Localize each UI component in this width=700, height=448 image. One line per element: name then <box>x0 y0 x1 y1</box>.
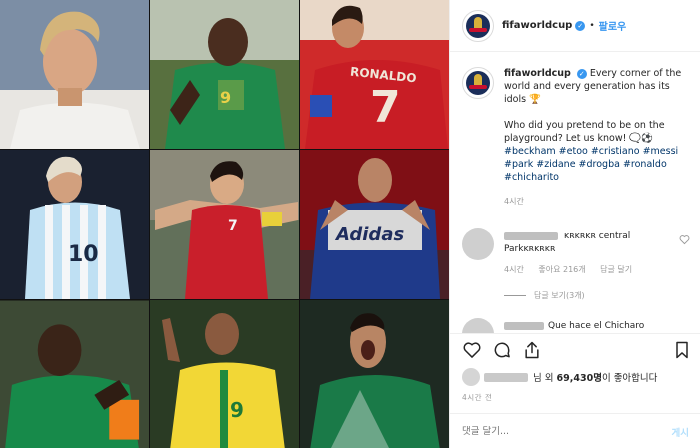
likes-count[interactable]: 69,430명 <box>557 370 602 384</box>
caption-text: fifaworldcup ✓ Every corner of the world… <box>504 67 689 184</box>
comments-list[interactable]: fifaworldcup ✓ Every corner of the world… <box>450 53 700 333</box>
action-icons <box>462 340 689 362</box>
caption-time: 4시간 <box>504 197 524 206</box>
post-actions: 님 외 69,430명이 좋아합니다 4시간 전 게시 <box>450 333 700 448</box>
photo-beckham <box>0 0 149 149</box>
jersey-number: 9 <box>230 398 244 422</box>
jersey-number: 9 <box>220 88 232 107</box>
photo-etoo: 9 <box>150 0 299 149</box>
photo-messi: 10 <box>0 150 149 299</box>
post-panel: fifaworldcup ✓ • 팔로우 fifaworldcup ✓ Ever… <box>449 0 700 448</box>
comment-likes[interactable]: 좋아요 216개 <box>538 265 585 274</box>
heart-icon[interactable] <box>462 340 482 360</box>
caption-username[interactable]: fifaworldcup <box>504 68 571 79</box>
separator-dot: • <box>589 20 595 31</box>
view-replies-label: 답글 보기(3개) <box>534 291 585 300</box>
likes-summary[interactable]: 님 외 69,430명 이 좋아합니다 <box>462 368 657 386</box>
jersey-logo-text: Adidas <box>336 224 405 245</box>
comment-like-heart-icon[interactable] <box>679 234 690 245</box>
caption-avatar[interactable] <box>462 67 494 99</box>
liker-avatar <box>462 368 480 386</box>
commenter-avatar[interactable] <box>462 318 494 333</box>
follow-button[interactable]: 팔로우 <box>599 18 627 33</box>
add-comment-bar: 게시 <box>450 413 700 448</box>
verified-badge-icon: ✓ <box>576 69 587 79</box>
photo-chicharito <box>300 300 449 448</box>
photo-collage: 9 RONALDO 7 10 7 Adidas 9 <box>0 0 449 448</box>
commenter-avatar[interactable] <box>462 228 494 260</box>
post-comment-button[interactable]: 게시 <box>672 425 689 439</box>
comment-icon[interactable] <box>492 340 512 360</box>
comment-time: 4시간 <box>504 265 524 274</box>
bookmark-icon[interactable] <box>672 340 692 360</box>
share-icon[interactable] <box>522 340 542 360</box>
comment-meta: 4시간 좋아요 216개 답글 달기 <box>504 264 644 275</box>
reply-button[interactable]: 답글 달기 <box>600 265 632 274</box>
post-time: 4시간 전 <box>462 393 493 402</box>
photo-park: 7 <box>150 150 299 299</box>
photo-cristiano: RONALDO 7 <box>300 0 449 149</box>
verified-badge-icon: ✓ <box>575 20 586 31</box>
jersey-number: 7 <box>370 82 401 133</box>
jersey-number: 10 <box>68 242 99 267</box>
view-replies-button[interactable]: 답글 보기(3개) <box>504 290 585 301</box>
header-username[interactable]: fifaworldcup <box>502 20 572 31</box>
comment-item: Que hace el Chicharo <box>462 318 692 333</box>
caption: fifaworldcup ✓ Every corner of the world… <box>450 53 700 184</box>
liker-username-blurred <box>484 372 528 382</box>
comment-text: Que hace el Chicharo <box>548 321 645 331</box>
add-comment-input[interactable] <box>462 426 632 437</box>
jersey-number: 7 <box>228 218 238 234</box>
likes-suffix: 이 좋아합니다 <box>601 373 658 384</box>
comment-item: ĸʀĸʀĸʀ central Parkĸʀĸʀĸʀ 4시간 좋아요 216개 답… <box>462 228 692 308</box>
profile-avatar[interactable] <box>462 9 494 42</box>
caption-line-2: Who did you pretend to be on the playgro… <box>504 120 665 144</box>
photo-zidane: Adidas <box>300 150 449 299</box>
photo-drogba <box>0 300 149 448</box>
comment-text: ĸʀĸʀĸʀ central Parkĸʀĸʀĸʀ <box>504 231 631 254</box>
photo-ronaldo: 9 <box>150 300 299 448</box>
likes-prefix: 님 외 <box>533 373 554 384</box>
post-header: fifaworldcup ✓ • 팔로우 <box>450 0 700 52</box>
caption-hashtags[interactable]: #beckham #etoo #cristiano #messi #park #… <box>504 146 678 183</box>
